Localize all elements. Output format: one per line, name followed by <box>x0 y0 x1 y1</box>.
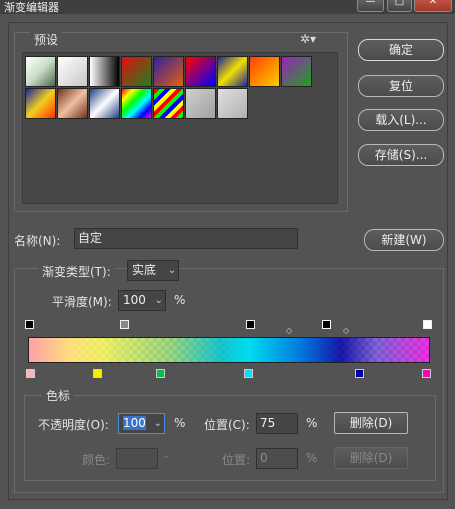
chevron-down-icon: ⌄ <box>162 450 171 461</box>
preset-swatch[interactable] <box>281 56 312 87</box>
preset-swatch[interactable] <box>217 88 248 119</box>
maximize-icon: □ <box>394 0 405 7</box>
maximize-button[interactable]: □ <box>387 0 412 12</box>
delete-opacity-stop-button[interactable]: 删除(D) <box>334 412 408 434</box>
preset-swatch[interactable] <box>89 56 120 87</box>
gradient-type-label: 渐变类型(T): <box>38 263 115 280</box>
save-button[interactable]: 存储(S)... <box>358 144 444 166</box>
preset-swatch[interactable] <box>185 88 216 119</box>
preset-swatch[interactable] <box>57 56 88 87</box>
opacity-stop[interactable] <box>423 320 432 329</box>
minimize-button[interactable]: — <box>357 0 384 12</box>
preset-swatch[interactable] <box>153 56 184 87</box>
preset-swatch[interactable] <box>89 88 120 119</box>
color-stop[interactable] <box>244 369 253 378</box>
opacity-stop[interactable] <box>246 320 255 329</box>
preset-swatch[interactable] <box>25 56 56 87</box>
color-stop[interactable] <box>422 369 431 378</box>
gradient-preview-bar[interactable] <box>28 337 430 363</box>
presets-label: 预设 <box>30 31 63 48</box>
preset-swatch[interactable] <box>25 88 56 119</box>
chevron-down-icon: ⌄ <box>153 418 162 429</box>
color-stop[interactable] <box>355 369 364 378</box>
smoothness-select[interactable]: 100 ⌄ <box>118 290 166 311</box>
opacity-select[interactable]: 100 ⌄ <box>118 413 165 434</box>
midpoint-diamond-icon[interactable]: ◇ <box>343 326 349 335</box>
preset-swatch[interactable] <box>57 88 88 119</box>
color-location-input[interactable]: 0 <box>256 448 298 469</box>
opacity-stop[interactable] <box>120 320 129 329</box>
delete-color-stop-button[interactable]: 删除(D) <box>334 447 408 469</box>
opacity-stop[interactable] <box>25 320 34 329</box>
color-stop[interactable] <box>156 369 165 378</box>
midpoint-diamond-icon[interactable]: ◇ <box>286 326 292 335</box>
preset-swatch[interactable] <box>121 56 152 87</box>
chevron-down-icon: ⌄ <box>154 295 163 306</box>
gradient-type-value: 实底 <box>132 263 157 277</box>
color-stop[interactable] <box>26 369 35 378</box>
close-button[interactable]: ✕ <box>414 0 452 12</box>
smoothness-unit: % <box>174 293 186 307</box>
ok-button[interactable]: 确定 <box>358 39 444 61</box>
gear-icon[interactable]: ✲▾ <box>300 32 316 46</box>
opacity-stop-selected[interactable] <box>322 320 331 329</box>
name-input[interactable]: 自定 <box>74 228 298 249</box>
opacity-label: 不透明度(O): <box>38 418 109 432</box>
preset-swatch[interactable] <box>185 56 216 87</box>
load-button[interactable]: 载入(L)... <box>358 109 444 131</box>
preset-swatch[interactable] <box>153 88 184 119</box>
color-location-label: 位置: <box>222 453 251 467</box>
close-icon: ✕ <box>428 0 438 7</box>
name-label: 名称(N): <box>14 234 61 248</box>
reset-button[interactable]: 复位 <box>358 75 444 97</box>
minimize-icon: — <box>365 0 376 7</box>
opacity-location-input[interactable]: 75 <box>256 413 298 434</box>
stops-group-label: 色标 <box>42 387 75 404</box>
opacity-location-unit: % <box>306 416 318 430</box>
color-label: 颜色: <box>82 453 111 467</box>
chevron-down-icon: ⌄ <box>167 265 176 276</box>
color-location-unit: % <box>306 451 318 465</box>
opacity-location-label: 位置(C): <box>204 418 250 432</box>
color-stop[interactable] <box>93 369 102 378</box>
color-swatch[interactable] <box>116 448 158 469</box>
gradient-type-select[interactable]: 实底 ⌄ <box>127 260 179 281</box>
smoothness-value: 100 <box>123 293 146 307</box>
new-button[interactable]: 新建(W) <box>364 229 444 251</box>
opacity-unit: % <box>174 416 186 430</box>
smoothness-label: 平滑度(M): <box>52 295 112 309</box>
window-title: 渐变编辑器 <box>4 1 59 14</box>
preset-swatch[interactable] <box>121 88 152 119</box>
preset-swatch[interactable] <box>249 56 280 87</box>
preset-swatch[interactable] <box>217 56 248 87</box>
opacity-value: 100 <box>123 416 146 430</box>
gradient-fill <box>29 338 429 362</box>
